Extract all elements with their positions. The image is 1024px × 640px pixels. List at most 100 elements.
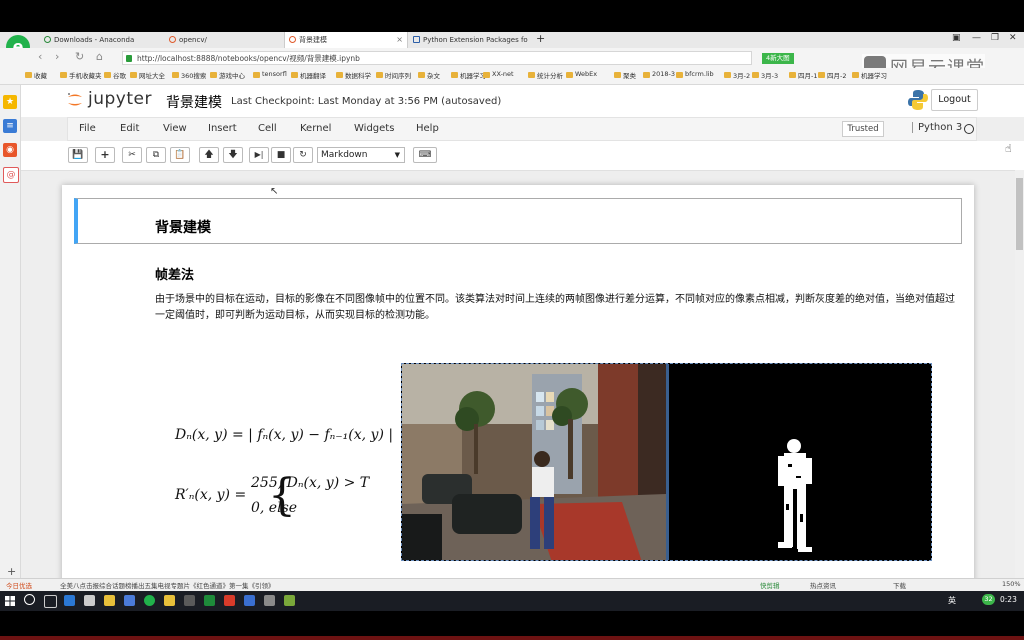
- app-icon-3[interactable]: [204, 595, 215, 606]
- bookmark-item[interactable]: bfcrm.lib: [676, 70, 714, 78]
- move-down-button[interactable]: 🡇: [223, 147, 243, 163]
- bookmark-item[interactable]: 统计分析: [528, 70, 563, 80]
- close-window-icon[interactable]: ✕: [1009, 33, 1017, 43]
- notebook-name[interactable]: 背景建模: [166, 92, 222, 112]
- tab-opencv[interactable]: opencv/: [165, 32, 283, 48]
- cell-type-select[interactable]: Markdown ▼: [317, 147, 405, 163]
- tray-badge[interactable]: 32: [982, 594, 995, 605]
- shield-icon[interactable]: ▣: [952, 33, 961, 43]
- interrupt-button[interactable]: ■: [271, 147, 291, 163]
- copy-button[interactable]: ⧉: [146, 147, 166, 163]
- bookmark-item[interactable]: 聚类: [614, 70, 636, 80]
- status-quick-edit[interactable]: 快剪辑: [760, 580, 780, 590]
- new-tab-plus-icon[interactable]: +: [536, 32, 545, 45]
- bookmark-item[interactable]: 游戏中心: [210, 70, 245, 80]
- at-icon[interactable]: @: [3, 167, 19, 183]
- minimize-icon[interactable]: —: [972, 33, 981, 43]
- logout-button[interactable]: Logout: [931, 89, 978, 111]
- jupyter-logo[interactable]: jupyter: [66, 89, 152, 109]
- tab-python-packages[interactable]: Python Extension Packages fo: [409, 32, 531, 48]
- app-icon-1[interactable]: [124, 595, 135, 606]
- bookmark-item[interactable]: 网址大全: [130, 70, 165, 80]
- store-icon[interactable]: [84, 595, 95, 606]
- sidebar-add-icon[interactable]: +: [7, 565, 16, 578]
- task-view-icon[interactable]: [44, 595, 57, 608]
- mouse-cursor-arrow-icon: ↖: [270, 186, 279, 197]
- page-scrollbar-thumb[interactable]: [1016, 178, 1023, 250]
- chevron-down-icon: ▼: [394, 151, 400, 159]
- bookmark-item[interactable]: 四月-2: [818, 70, 846, 80]
- menu-item-help[interactable]: Help: [416, 123, 439, 134]
- bookmark-item[interactable]: XX-net: [483, 70, 514, 78]
- menu-item-insert[interactable]: Insert: [208, 123, 237, 134]
- app-icon-5[interactable]: [244, 595, 255, 606]
- frame-difference-figure[interactable]: [401, 363, 932, 561]
- menu-item-kernel[interactable]: Kernel: [300, 123, 331, 134]
- bookmark-item[interactable]: tensorfl: [253, 70, 287, 78]
- bookmark-item[interactable]: 360搜索: [172, 70, 206, 80]
- bookmark-item[interactable]: 手机收藏夹: [60, 70, 102, 80]
- app-icon-7[interactable]: [284, 595, 295, 606]
- paste-button[interactable]: 📋: [170, 147, 190, 163]
- favorites-star-icon[interactable]: ★: [3, 95, 17, 109]
- heading-background-modeling: 背景建模: [155, 220, 211, 236]
- status-news-ticker[interactable]: 全美八点击报综合话题榜播出五集电视专题片《红色通道》第一集《引领》: [60, 580, 275, 590]
- promo-badge[interactable]: 4新大图: [762, 53, 794, 64]
- notes-icon[interactable]: ≡: [3, 119, 17, 133]
- status-zoom-level[interactable]: 150%: [1002, 580, 1021, 588]
- reload-icon[interactable]: ↻: [75, 50, 84, 63]
- taskbar-clock: 0:23: [1000, 595, 1017, 604]
- home-icon[interactable]: ⌂: [96, 50, 103, 63]
- status-hot-news[interactable]: 热点资讯: [810, 580, 836, 590]
- move-up-button[interactable]: 🡅: [199, 147, 219, 163]
- maximize-icon[interactable]: ❐: [991, 33, 999, 43]
- forward-icon[interactable]: ›: [55, 50, 59, 63]
- input-language[interactable]: 英: [948, 595, 956, 606]
- folder-icon[interactable]: [164, 595, 175, 606]
- weibo-icon[interactable]: ◉: [3, 143, 17, 157]
- explorer-icon[interactable]: [104, 595, 115, 606]
- status-today-picks[interactable]: 今日优选: [6, 580, 32, 590]
- tab-notebook-active[interactable]: 背景建模 ×: [284, 32, 408, 48]
- menu-item-cell[interactable]: Cell: [258, 123, 277, 134]
- bookmark-item[interactable]: 机器翻译: [291, 70, 326, 80]
- run-button[interactable]: ▶|: [249, 147, 269, 163]
- bookmark-item[interactable]: WebEx: [566, 70, 597, 78]
- bookmark-item[interactable]: 谷歌: [104, 70, 126, 80]
- status-download[interactable]: 下载: [893, 580, 906, 590]
- cut-button[interactable]: ✂: [122, 147, 142, 163]
- bookmark-item[interactable]: 数据科学: [336, 70, 371, 80]
- restart-button[interactable]: ↻: [293, 147, 313, 163]
- bookmark-item[interactable]: 3月-2: [724, 70, 750, 80]
- app-icon-4[interactable]: [224, 595, 235, 606]
- bookmark-item[interactable]: 机器学习: [451, 70, 486, 80]
- bookmark-item[interactable]: 时间序列: [376, 70, 411, 80]
- trusted-indicator[interactable]: Trusted: [842, 121, 884, 137]
- tab-close-icon[interactable]: ×: [396, 32, 403, 48]
- bookmark-item[interactable]: 收藏: [25, 70, 47, 80]
- bookmark-item[interactable]: 3月-3: [752, 70, 778, 80]
- browser-taskbar-icon[interactable]: [144, 595, 155, 606]
- kernel-name[interactable]: Python 3: [912, 122, 962, 133]
- menu-item-widgets[interactable]: Widgets: [354, 123, 394, 134]
- bookmark-item[interactable]: 机器学习: [852, 70, 887, 80]
- menu-item-edit[interactable]: Edit: [120, 123, 139, 134]
- save-button[interactable]: 💾: [68, 147, 88, 163]
- back-icon[interactable]: ‹: [38, 50, 42, 63]
- url-input[interactable]: http://localhost:8888/notebooks/opencv/视…: [122, 51, 752, 65]
- app-icon-6[interactable]: [264, 595, 275, 606]
- tab-downloads[interactable]: Downloads - Anaconda: [40, 32, 165, 48]
- kernel-idle-icon: [964, 124, 974, 134]
- video-progress-bar[interactable]: [0, 636, 1024, 640]
- keyboard-shortcuts-button[interactable]: ⌨: [413, 147, 437, 163]
- search-icon[interactable]: [24, 594, 35, 605]
- menu-item-view[interactable]: View: [163, 123, 187, 134]
- edge-icon[interactable]: [64, 595, 75, 606]
- windows-start-icon[interactable]: [5, 595, 15, 606]
- bookmark-item[interactable]: 四月-1: [789, 70, 817, 80]
- bookmark-item[interactable]: 杂文: [418, 70, 440, 80]
- menu-item-file[interactable]: File: [79, 123, 96, 134]
- insert-cell-button[interactable]: +: [95, 147, 115, 163]
- app-icon-2[interactable]: [184, 595, 195, 606]
- bookmark-item[interactable]: 2018-3: [643, 70, 675, 78]
